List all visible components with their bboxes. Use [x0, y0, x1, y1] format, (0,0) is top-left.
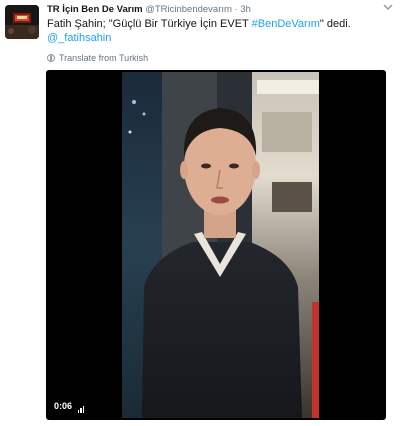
tweet-header: TR İçin Ben De Varım @TRicinbendevarım ·…: [47, 3, 392, 17]
separator-dot: ·: [234, 4, 238, 15]
video-player[interactable]: 0:06: [46, 70, 386, 420]
tweet-text-part: Fatih Şahin; "Güçlü Bir Türkiye İçin EVE…: [47, 18, 252, 30]
video-duration-badge: 0:06: [54, 401, 85, 413]
translate-label: Translate from Turkish: [59, 53, 149, 63]
user-handle[interactable]: @TRicinbendevarım: [145, 4, 232, 15]
globe-icon: [47, 54, 55, 62]
video-duration: 0:06: [54, 401, 73, 411]
hashtag-link[interactable]: #BenDeVarım: [252, 18, 320, 30]
mention-link[interactable]: @_fatihsahin: [47, 32, 111, 44]
tweet-text-part: " dedi.: [319, 18, 351, 30]
avatar[interactable]: [5, 5, 39, 39]
tweet-text: Fatih Şahin; "Güçlü Bir Türkiye İçin EVE…: [47, 17, 387, 45]
gif-bars-icon: [77, 402, 86, 413]
video-frame: [122, 72, 319, 418]
translate-link[interactable]: Translate from Turkish: [47, 52, 148, 64]
tweet: TR İçin Ben De Varım @TRicinbendevarım ·…: [0, 0, 400, 426]
chevron-down-icon[interactable]: [382, 3, 394, 13]
display-name[interactable]: TR İçin Ben De Varım: [47, 4, 143, 15]
timestamp[interactable]: 3h: [240, 4, 251, 15]
